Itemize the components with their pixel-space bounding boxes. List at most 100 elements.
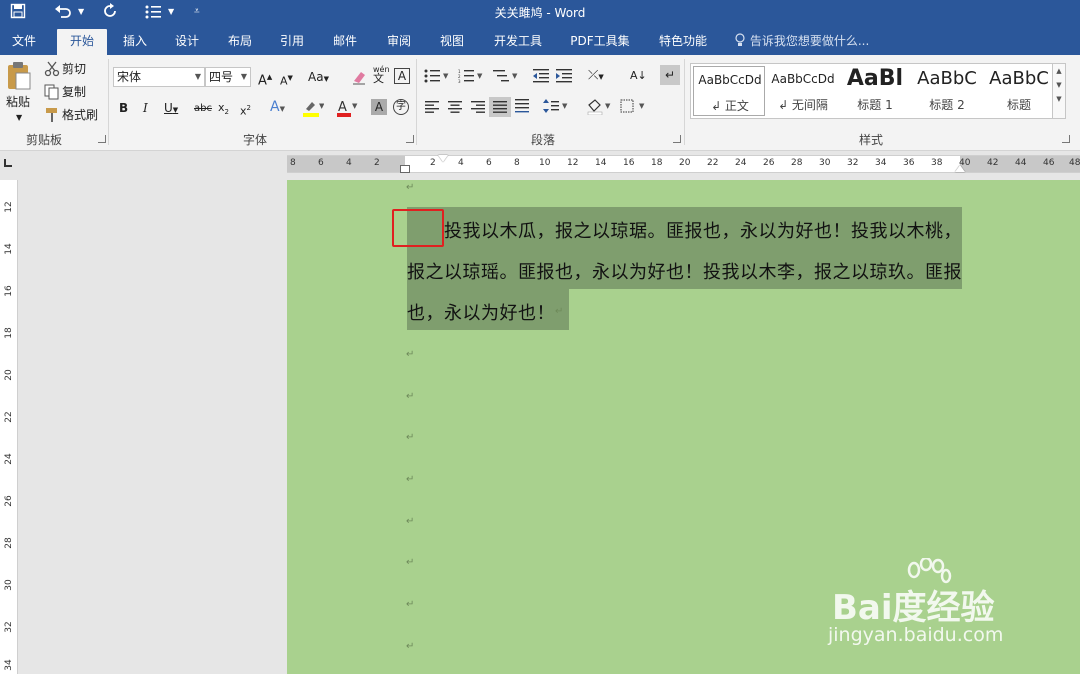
chevron-down-icon[interactable]: ▼: [1053, 78, 1065, 92]
tab-home[interactable]: 开始: [57, 29, 107, 55]
document-line[interactable]: 也，永以为好也！: [407, 299, 555, 325]
copy-icon[interactable]: [44, 84, 60, 103]
character-shading-icon[interactable]: A: [371, 99, 387, 115]
ruler-number: 12: [567, 158, 579, 168]
tab-review[interactable]: 审阅: [378, 29, 420, 55]
style-heading-2[interactable]: AaBbC 标题 2: [911, 66, 983, 116]
italic-icon[interactable]: I: [143, 99, 148, 117]
left-indent-marker[interactable]: [400, 165, 410, 173]
ruler-number: 16: [623, 158, 635, 168]
align-left-icon[interactable]: [425, 101, 439, 116]
text-effects-icon[interactable]: A▼: [270, 98, 285, 118]
enclose-characters-icon[interactable]: 字: [393, 99, 409, 115]
ruler-number: 34: [875, 158, 887, 168]
ruler-number: 2: [374, 158, 380, 168]
font-color-icon[interactable]: A ▼: [336, 99, 358, 120]
show-marks-icon[interactable]: ↵: [660, 65, 680, 85]
tab-selector[interactable]: [0, 152, 18, 172]
right-indent-marker[interactable]: [955, 165, 965, 172]
tab-references[interactable]: 引用: [271, 29, 313, 55]
justify-icon[interactable]: [489, 97, 511, 117]
tab-layout[interactable]: 布局: [219, 29, 261, 55]
tab-design[interactable]: 设计: [166, 29, 208, 55]
ruler-number: 46: [1043, 158, 1055, 168]
chevron-down-icon: ▼: [194, 72, 201, 81]
style-name: 标题 1: [857, 98, 893, 112]
first-line-indent-marker[interactable]: [438, 155, 448, 162]
subscript-icon[interactable]: x2: [218, 99, 229, 121]
paragraph-mark: ↵: [406, 516, 415, 527]
tab-mailings[interactable]: 邮件: [324, 29, 366, 55]
character-border-icon[interactable]: A: [394, 68, 410, 84]
font-size-select[interactable]: 四号 ▼: [205, 67, 251, 87]
chinese-layout-icon[interactable]: ⤫▼: [588, 67, 604, 86]
bold-icon[interactable]: B: [119, 99, 128, 117]
styles-scroll[interactable]: ▲ ▼ ▼: [1052, 63, 1066, 119]
clipboard-group-label: 剪贴板: [25, 133, 62, 147]
sort-icon[interactable]: A↓: [630, 67, 647, 85]
chevron-up-icon[interactable]: ▲: [1053, 64, 1065, 78]
clipboard-launcher-icon[interactable]: [98, 135, 106, 143]
format-painter-icon[interactable]: [44, 107, 60, 126]
decrease-indent-icon[interactable]: [533, 69, 549, 86]
vertical-ruler[interactable]: 12 14 16 18 20 22 24 26 28 30 32 34: [0, 180, 18, 674]
distributed-icon[interactable]: [515, 99, 529, 116]
ruler-number: 28: [791, 158, 803, 168]
tab-view[interactable]: 视图: [431, 29, 473, 55]
svg-text:▼: ▼: [477, 72, 483, 80]
tab-insert[interactable]: 插入: [114, 29, 156, 55]
document-line[interactable]: 报之以琼瑶。匪报也，永以为好也！投我以木李，报之以琼玖。匪报: [407, 258, 962, 284]
style-title[interactable]: AaBbC 标题: [983, 66, 1055, 116]
style-no-spacing[interactable]: AaBbCcDd ↲ 无间隔: [767, 66, 839, 116]
styles-launcher-icon[interactable]: [1062, 135, 1070, 143]
ruler-number: 42: [987, 158, 999, 168]
horizontal-ruler[interactable]: 8 6 4 2 2 4 6 8 10 12 14 16 18 20 22 24 …: [287, 155, 1080, 173]
ruler-number: 20: [4, 369, 14, 381]
document-line[interactable]: 投我以木瓜，报之以琼琚。匪报也，永以为好也！投我以木桃，: [444, 217, 962, 243]
line-spacing-icon[interactable]: ▼: [543, 99, 569, 116]
scissors-icon[interactable]: [44, 61, 60, 80]
numbering-icon[interactable]: 1 2 3 ▼: [458, 69, 484, 86]
paragraph-launcher-icon[interactable]: [673, 135, 681, 143]
paste-icon[interactable]: [6, 61, 32, 94]
watermark-url: jingyan.baidu.com: [828, 624, 1004, 646]
ruler-number: 2: [430, 158, 436, 168]
multilevel-list-icon[interactable]: ▼: [493, 69, 519, 86]
tab-file[interactable]: 文件: [4, 29, 44, 55]
tell-me-box[interactable]: 告诉我您想要做什么...: [734, 29, 869, 53]
cut-button[interactable]: 剪切: [62, 60, 86, 78]
clear-formatting-icon[interactable]: [351, 69, 367, 88]
paragraph-mark: ↵: [555, 306, 564, 317]
align-right-icon[interactable]: [471, 101, 485, 116]
font-name-select[interactable]: 宋体 ▼: [113, 67, 205, 87]
style-heading-1[interactable]: AaBl 标题 1: [839, 66, 911, 116]
format-painter-button[interactable]: 格式刷: [62, 106, 98, 124]
grow-font-icon[interactable]: A▲: [258, 68, 272, 90]
font-launcher-icon[interactable]: [406, 135, 414, 143]
font-size-value: 四号: [209, 70, 234, 84]
change-case-icon[interactable]: Aa▼: [308, 68, 329, 88]
borders-icon[interactable]: ▼: [620, 99, 646, 116]
shading-icon[interactable]: ▼: [586, 99, 612, 118]
increase-indent-icon[interactable]: [556, 69, 572, 86]
tab-developer[interactable]: 开发工具: [487, 29, 549, 55]
watermark: Bai度经验 jingyan.baidu.com: [824, 558, 1064, 666]
ruler-number: 22: [707, 158, 719, 168]
svg-text:▼: ▼: [352, 102, 358, 110]
paste-dropdown-icon[interactable]: ▼: [16, 109, 22, 127]
paragraph-mark: ↵: [406, 474, 415, 485]
superscript-icon[interactable]: x2: [240, 99, 251, 121]
phonetic-guide-icon[interactable]: wén 文: [373, 65, 390, 84]
shrink-font-icon[interactable]: A▼: [280, 69, 293, 91]
style-normal[interactable]: AaBbCcDd ↲ 正文: [693, 66, 765, 116]
copy-button[interactable]: 复制: [62, 83, 86, 101]
ruler-number: 8: [514, 158, 520, 168]
tab-pdf-tools[interactable]: PDF工具集: [566, 29, 634, 55]
underline-icon[interactable]: U▼: [164, 99, 178, 119]
highlight-icon[interactable]: ▼: [302, 99, 325, 120]
align-center-icon[interactable]: [448, 101, 462, 116]
more-styles-icon[interactable]: ▼: [1053, 92, 1065, 106]
bullets-icon[interactable]: ▼: [424, 69, 450, 86]
tab-features[interactable]: 特色功能: [652, 29, 714, 55]
strikethrough-icon[interactable]: abc: [194, 100, 212, 118]
